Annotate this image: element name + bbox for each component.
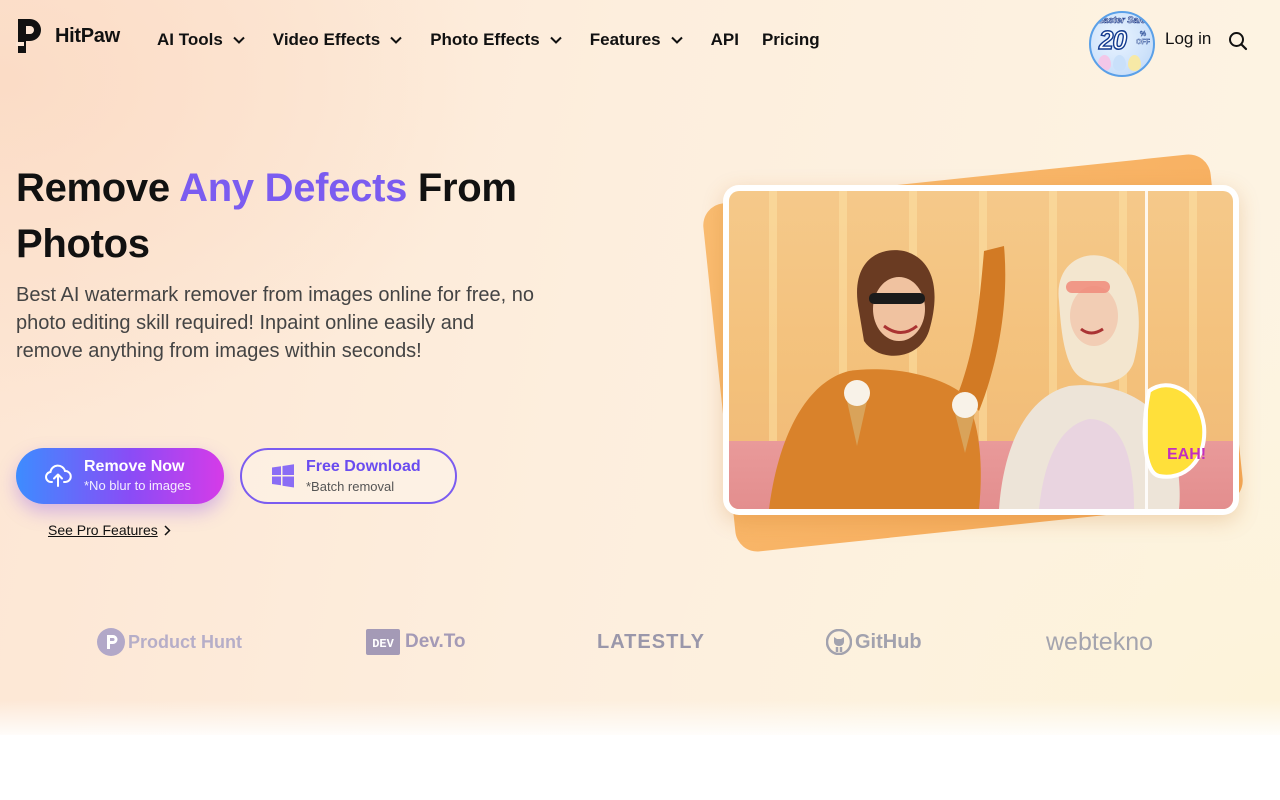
github-icon [826,629,852,655]
chevron-down-icon [670,36,683,44]
chevron-down-icon [233,36,245,44]
svg-text:DEV: DEV [372,637,394,651]
svg-text:EAH!: EAH! [1167,446,1206,463]
brand-text: Product Hunt [128,631,242,652]
logo-github: GitHub [826,620,922,664]
product-hunt-icon [97,628,125,656]
logo[interactable]: HitPaw [15,16,120,56]
remove-now-label: Remove Now [84,458,185,475]
promo-off-text: OFF [1136,39,1150,46]
chevron-down-icon [550,36,562,44]
see-pro-features-link[interactable]: See Pro Features [48,522,171,538]
menu-label: API [710,30,739,49]
hitpaw-logo-icon [16,19,41,53]
logo-dev-to: DEV Dev.To [366,620,466,664]
chevron-down-icon [390,36,402,44]
brand-text: GitHub [855,630,922,653]
menu-pricing[interactable]: Pricing [762,29,820,51]
remove-now-button[interactable]: Remove Now *No blur to images [16,448,224,504]
promo-percent: % [1139,31,1147,38]
free-download-label: Free Download [306,458,421,475]
remove-now-sublabel: *No blur to images [84,478,191,493]
brand-text: LATESTLY [597,630,706,653]
headline-accent: Any Defects [179,166,408,210]
headline-part1: Remove [16,166,180,210]
hero-photo: EAH! [729,191,1233,509]
menu-api[interactable]: API [711,29,739,51]
logo-latestly: LATESTLY [597,620,705,664]
menu-photo-effects[interactable]: Photo Effects [430,29,590,51]
free-download-button[interactable]: Free Download *Batch removal [240,448,457,504]
pro-link-label: See Pro Features [48,522,158,538]
menu-ai-tools[interactable]: AI Tools [157,29,273,51]
easter-eggs-icon [1098,55,1141,71]
hero-fade [0,700,1280,740]
menu-label: Pricing [761,30,820,49]
windows-icon [272,464,294,488]
menu-label: AI Tools [157,30,223,49]
easter-sale-badge[interactable]: Easter Sales 20 % OFF [1089,11,1155,77]
logo-product-hunt: Product Hunt [96,620,242,664]
main-menu: AI Tools Video Effects Photo Effects Fea… [157,29,843,51]
menu-features[interactable]: Features [590,29,711,51]
login-link[interactable]: Log in [1165,29,1211,49]
promo-number: 20 [1098,24,1127,55]
hero-description: Best AI watermark remover from images on… [16,284,534,362]
logo-webtekno: webtekno [1046,620,1153,664]
menu-label: Video Effects [272,30,381,49]
free-download-sublabel: *Batch removal [306,479,395,494]
promo-title: Easter Sales [1097,15,1151,26]
search-icon[interactable] [1228,31,1248,51]
promo-suffix: % OFF [1135,31,1151,47]
before-after-divider[interactable] [1145,191,1148,509]
dev-icon: DEV [366,629,400,655]
page-title: Remove Any Defects From Photos [16,160,576,272]
menu-label: Features [589,30,661,49]
press-logos: Product Hunt DEV Dev.To LATESTLY GitHub … [0,620,1280,664]
chevron-right-icon [164,524,171,536]
logo-text: HitPaw [55,24,120,47]
menu-video-effects[interactable]: Video Effects [273,29,430,51]
women-illustration: EAH! [769,246,1207,509]
upload-cloud-icon [45,464,72,487]
brand-text: Dev.To [405,631,466,652]
brand-text: webtekno [1046,627,1154,656]
top-nav: HitPaw AI Tools Video Effects Photo Effe… [0,0,1280,80]
menu-label: Photo Effects [430,30,540,49]
